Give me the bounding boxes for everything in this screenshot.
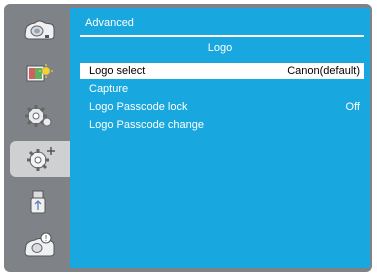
menu-item-label: Logo select (89, 65, 146, 77)
advanced-settings-icon (27, 147, 55, 171)
settings-gear-icon (25, 105, 52, 127)
menu-header: Advanced (85, 17, 134, 29)
tab-image-adjust[interactable] (8, 55, 70, 91)
svg-text:!: ! (45, 234, 47, 243)
menu-item-label: Logo Passcode lock (89, 101, 188, 113)
menu-item-logo-passcode-lock[interactable]: Logo Passcode lock Off (80, 99, 364, 115)
divider (80, 35, 364, 37)
menu-panel: Advanced Logo Logo select Canon(default)… (70, 8, 370, 268)
menu-item-value: Off (345, 101, 360, 113)
menu-item-logo-passcode-change[interactable]: Logo Passcode change (80, 117, 364, 133)
projector-icon (24, 20, 55, 40)
info-icon: ! (24, 232, 55, 257)
menu-item-value: Canon(default) (287, 65, 360, 77)
tab-information[interactable]: ! (8, 227, 70, 263)
tab-advanced[interactable] (10, 141, 72, 177)
menu-item-label: Logo Passcode change (89, 119, 204, 131)
usb-icon (30, 190, 46, 214)
menu-item-logo-select[interactable]: Logo select Canon(default) (80, 63, 364, 79)
menu-item-capture[interactable]: Capture (80, 81, 364, 97)
submenu-title: Logo (207, 42, 233, 54)
menu-item-label: Capture (89, 83, 129, 95)
tab-display[interactable] (8, 12, 70, 48)
menu-sidebar: ! (8, 8, 72, 268)
image-adjust-icon (26, 64, 53, 82)
tab-setting[interactable] (8, 98, 70, 134)
tab-usb[interactable] (8, 184, 70, 220)
